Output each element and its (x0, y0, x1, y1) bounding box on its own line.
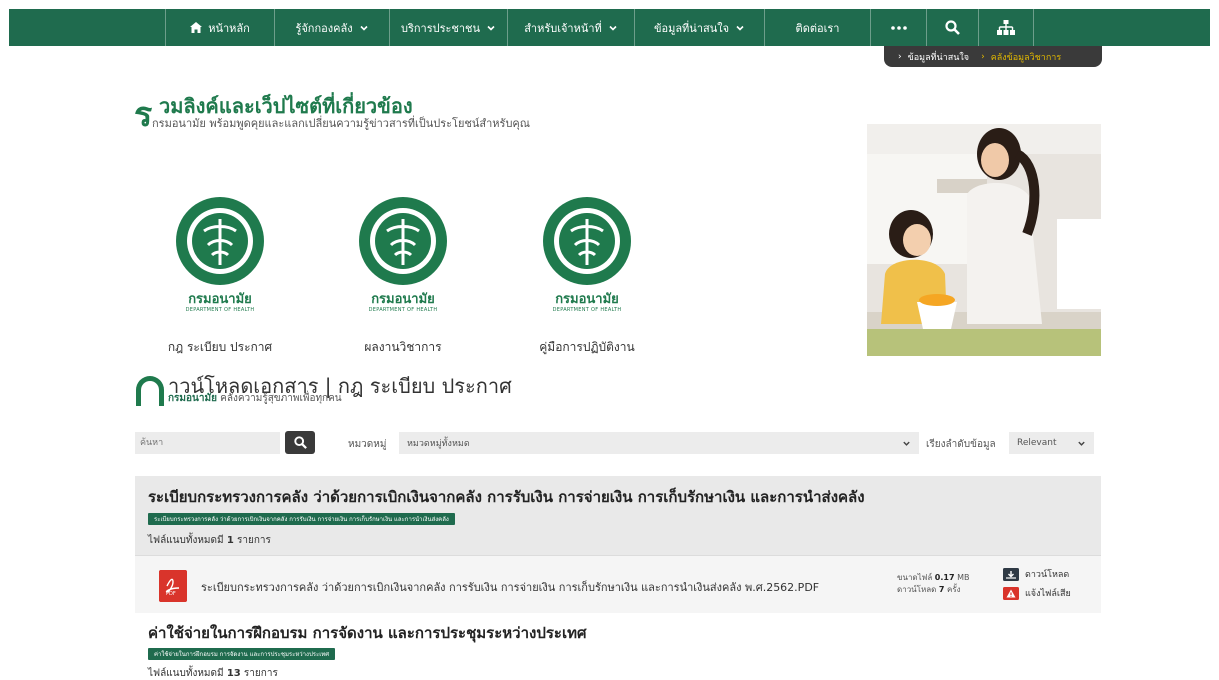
home-icon (190, 22, 203, 33)
nav-item-label: สำหรับเจ้าหน้าที่ (524, 21, 602, 35)
logo-brand-text: กรมอนามัย (188, 292, 252, 307)
chevron-down-icon (1078, 441, 1085, 446)
ministry-seal-logo (543, 197, 631, 285)
sitemap-button[interactable] (978, 9, 1034, 46)
count-prefix: ไฟล์แนบทั้งหมดมี (148, 668, 224, 679)
warning-icon (1003, 586, 1019, 600)
file-name-link[interactable]: ระเบียบกระทรวงการคลัง ว่าด้วยการเบิกเงิน… (201, 578, 819, 596)
chevron-down-icon (736, 25, 744, 31)
sort-select[interactable]: Relevant (1009, 432, 1094, 454)
search-icon (945, 20, 960, 35)
logo-brand-subtext: DEPARTMENT OF HEALTH (552, 307, 622, 313)
top-navigation-bar: หน้าหลัก รู้จักกองคลัง บริการประชาชน สำห… (9, 9, 1210, 46)
report-broken-file-button[interactable]: แจ้งไฟล์เสีย (1003, 586, 1071, 600)
nav-item-label: หน้าหลัก (208, 21, 250, 35)
document-group: ระเบียบกระทรวงการคลัง ว่าด้วยการเบิกเงิน… (135, 476, 1101, 613)
category-select[interactable]: หมวดหมู่ทั้งหมด (399, 432, 919, 454)
count-suffix: รายการ (236, 535, 271, 546)
nav-item-label: รู้จักกองคลัง (295, 21, 353, 35)
attachment-count: ไฟล์แนบทั้งหมดมี 1 รายการ (148, 533, 271, 548)
download-count-unit: ครั้ง (947, 585, 961, 594)
file-size: ขนาดไฟล์ 0.17 MB (897, 572, 969, 584)
nav-item-label: ข้อมูลที่น่าสนใจ (653, 21, 730, 35)
file-row: PDF ระเบียบกระทรวงการคลัง ว่าด้วยการเบิก… (135, 555, 1101, 613)
count-suffix: รายการ (243, 668, 278, 679)
file-download-count: ดาวน์โหลด 7 ครั้ง (897, 584, 969, 596)
search-icon (293, 436, 307, 449)
link-card-academic-works[interactable]: กรมอนามัย DEPARTMENT OF HEALTH ผลงานวิชา… (333, 195, 473, 357)
count-value: 13 (226, 668, 241, 679)
breadcrumb-separator: › (981, 51, 985, 62)
download-section-initial-shape (136, 376, 164, 406)
related-links-list: กรมอนามัย DEPARTMENT OF HEALTH กฎ ระเบีย… (150, 195, 650, 354)
download-button[interactable]: ดาวน์โหลด (1003, 567, 1069, 581)
nav-item-contact[interactable]: ติดต่อเรา (764, 9, 870, 46)
file-meta: ขนาดไฟล์ 0.17 MB ดาวน์โหลด 7 ครั้ง (897, 572, 969, 596)
report-label: แจ้งไฟล์เสีย (1025, 589, 1071, 599)
attachment-count: ไฟล์แนบทั้งหมดมี 13 รายการ (148, 666, 278, 680)
chevron-down-icon (487, 25, 495, 31)
sitemap-icon (997, 20, 1015, 35)
logo-brand-text: กรมอนามัย (371, 292, 435, 307)
more-icon (890, 25, 907, 30)
link-card-caption: กฎ ระเบียบ ประกาศ (167, 340, 273, 354)
document-group-title[interactable]: ค่าใช้จ่ายในการฝึกอบรม การจัดงาน และการป… (148, 621, 587, 645)
subtitle-brand: กรมอนามัย (168, 393, 217, 404)
hero-photo-mother-and-child (867, 124, 1101, 356)
link-card-regulations[interactable]: กรมอนามัย DEPARTMENT OF HEALTH กฎ ระเบีย… (150, 195, 290, 357)
nav-item-label: บริการประชาชน (400, 21, 481, 35)
count-value: 1 (226, 535, 234, 546)
chevron-down-icon (903, 441, 910, 446)
links-section-subtitle: กรมอนามัย พร้อมพูดคุยและแลกเปลี่ยนความรู… (152, 117, 530, 130)
document-group-title[interactable]: ระเบียบกระทรวงการคลัง ว่าด้วยการเบิกเงิน… (148, 485, 865, 509)
download-count-value: 7 (938, 585, 945, 594)
breadcrumb: › ข้อมูลที่น่าสนใจ › คลังข้อมูลวิชาการ (884, 46, 1102, 67)
sort-select-value: Relevant (1017, 438, 1057, 448)
file-size-value: 0.17 (934, 573, 955, 582)
download-label: ดาวน์โหลด (1025, 570, 1070, 580)
ministry-seal-logo (176, 197, 264, 285)
search-input[interactable] (135, 432, 280, 454)
sort-label: เรียงลำดับข้อมูล (926, 439, 996, 450)
nav-item-home[interactable]: หน้าหลัก (165, 9, 274, 46)
download-count-label: ดาวน์โหลด (897, 585, 937, 594)
logo-brand-subtext: DEPARTMENT OF HEALTH (185, 307, 255, 313)
download-icon (1003, 567, 1019, 581)
logo-brand-subtext: DEPARTMENT OF HEALTH (368, 307, 438, 313)
breadcrumb-item-interesting-info[interactable]: ข้อมูลที่น่าสนใจ (908, 50, 969, 64)
nav-item-about[interactable]: รู้จักกองคลัง (274, 9, 389, 46)
nav-item-label: ติดต่อเรา (795, 21, 840, 35)
breadcrumb-item-academic-repository[interactable]: คลังข้อมูลวิชาการ (991, 50, 1062, 64)
chevron-down-icon (609, 25, 617, 31)
nav-item-public-services[interactable]: บริการประชาชน (389, 9, 507, 46)
search-submit-button[interactable] (285, 431, 315, 454)
document-tag[interactable]: ระเบียบกระทรวงการคลัง ว่าด้วยการเบิกเงิน… (148, 513, 455, 525)
file-size-label: ขนาดไฟล์ (897, 573, 933, 582)
chevron-down-icon (359, 25, 368, 31)
subtitle-text: คลังความรู้สุขภาพเพื่อทุกคน (220, 393, 342, 404)
nav-item-staff[interactable]: สำหรับเจ้าหน้าที่ (507, 9, 634, 46)
more-button[interactable] (870, 9, 926, 46)
nav-item-interesting-info[interactable]: ข้อมูลที่น่าสนใจ (634, 9, 764, 46)
download-title-category: กฎ ระเบียบ ประกาศ (337, 374, 512, 398)
nav-menu: หน้าหลัก รู้จักกองคลัง บริการประชาชน สำห… (165, 9, 1034, 46)
pdf-file-icon (159, 570, 187, 602)
link-card-caption: คู่มือการปฏิบัติงาน (539, 340, 635, 354)
breadcrumb-separator: › (898, 51, 902, 62)
logo-brand-text: กรมอนามัย (555, 292, 619, 307)
download-section-subtitle: กรมอนามัย คลังความรู้สุขภาพเพื่อทุกคน (168, 391, 342, 406)
ministry-seal-logo (359, 197, 447, 285)
file-size-unit: MB (957, 573, 970, 582)
category-label: หมวดหมู่ (348, 439, 387, 450)
count-prefix: ไฟล์แนบทั้งหมดมี (148, 535, 224, 546)
link-card-manuals[interactable]: กรมอนามัย DEPARTMENT OF HEALTH คู่มือการ… (517, 195, 657, 357)
link-card-caption: ผลงานวิชาการ (364, 340, 442, 354)
section-initial-letter: ร (134, 95, 153, 135)
category-select-value: หมวดหมู่ทั้งหมด (407, 439, 470, 449)
search-button[interactable] (926, 9, 978, 46)
document-tag[interactable]: ค่าใช้จ่ายในการฝึกอบรม การจัดงาน และการป… (148, 648, 336, 660)
pdf-label: PDF (166, 591, 176, 597)
